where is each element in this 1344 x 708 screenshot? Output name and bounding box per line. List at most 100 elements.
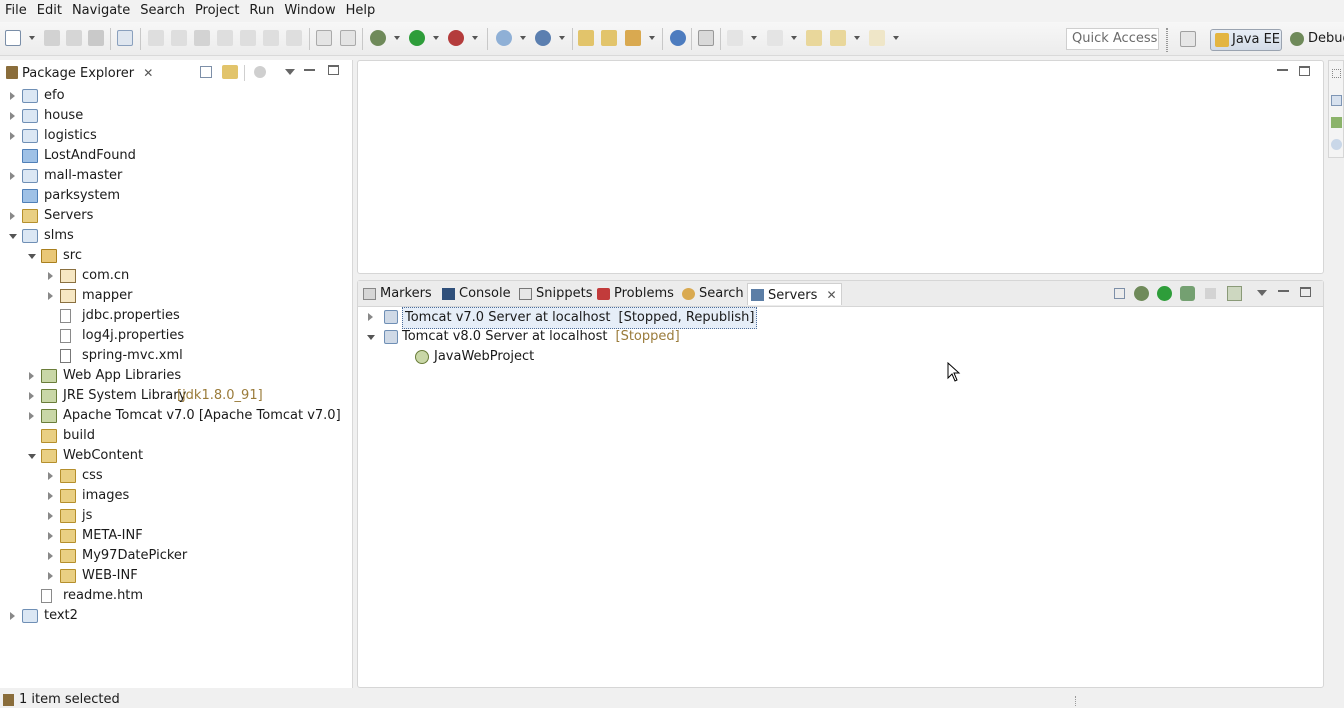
editor-minimize-icon[interactable] xyxy=(1277,69,1288,71)
start-server-icon[interactable] xyxy=(1157,286,1172,301)
trim-restore-icon[interactable] xyxy=(1332,69,1341,78)
debug-icon[interactable] xyxy=(370,30,386,46)
external-tool-dropdown-icon[interactable] xyxy=(472,36,478,40)
tree-item[interactable]: text2 xyxy=(0,606,353,626)
tree-item[interactable]: mapper xyxy=(0,286,353,306)
tree-item[interactable]: WEB-INF xyxy=(0,566,353,586)
server-row[interactable]: Tomcat v8.0 Server at localhost [Stopped] xyxy=(366,327,966,347)
tree-item[interactable]: spring-mvc.xml xyxy=(0,346,353,366)
servers-minimize-icon[interactable] xyxy=(1278,290,1289,292)
collapsed-arrow-icon[interactable] xyxy=(46,526,56,546)
debug-dropdown-icon[interactable] xyxy=(394,36,400,40)
step-into-icon[interactable] xyxy=(240,30,256,46)
back-dropdown-icon[interactable] xyxy=(854,36,860,40)
suspend-icon[interactable] xyxy=(171,30,187,46)
expanded-arrow-icon[interactable] xyxy=(27,246,37,266)
tree-item[interactable]: logistics xyxy=(0,126,353,146)
previous-annotation-icon[interactable] xyxy=(767,30,783,46)
collapsed-arrow-icon[interactable] xyxy=(8,166,18,186)
print-icon[interactable] xyxy=(88,30,104,46)
maximize-icon[interactable] xyxy=(328,65,339,75)
tree-item[interactable]: com.cn xyxy=(0,266,353,286)
previous-annotation-dropdown-icon[interactable] xyxy=(791,36,797,40)
resume-icon[interactable] xyxy=(148,30,164,46)
tab-snippets[interactable]: Snippets xyxy=(516,283,592,305)
menu-edit[interactable]: Edit xyxy=(32,0,67,22)
servers-close-icon[interactable]: ✕ xyxy=(827,284,837,306)
menu-file[interactable]: File xyxy=(0,0,32,22)
collapsed-arrow-icon[interactable] xyxy=(8,86,18,106)
run-external-tool-icon[interactable] xyxy=(448,30,464,46)
menu-search[interactable]: Search xyxy=(135,0,190,22)
tree-item[interactable]: WebContent xyxy=(0,446,353,466)
collapsed-arrow-icon[interactable] xyxy=(8,106,18,126)
tab-console[interactable]: Console xyxy=(439,283,511,305)
link-with-editor-icon[interactable] xyxy=(222,65,238,79)
new-icon[interactable] xyxy=(5,30,21,46)
disconnect-icon[interactable] xyxy=(217,30,233,46)
tree-item[interactable]: jdbc.properties xyxy=(0,306,353,326)
tree-item[interactable]: css xyxy=(0,466,353,486)
minimize-icon[interactable] xyxy=(304,69,315,71)
tree-item[interactable]: slms xyxy=(0,226,353,246)
servers-maximize-icon[interactable] xyxy=(1300,287,1311,297)
expanded-arrow-icon[interactable] xyxy=(27,446,37,466)
tree-item[interactable]: LostAndFound xyxy=(0,146,353,166)
new-dropdown-icon[interactable] xyxy=(29,36,35,40)
drop-to-frame-icon[interactable] xyxy=(340,30,356,46)
perspective-debug[interactable]: Debug xyxy=(1286,29,1344,51)
step-return-icon[interactable] xyxy=(286,30,302,46)
open-resource-icon[interactable] xyxy=(601,30,617,46)
collapsed-arrow-icon[interactable] xyxy=(8,126,18,146)
stop-server-icon[interactable] xyxy=(1205,288,1216,299)
skip-breakpoints-icon[interactable] xyxy=(117,30,133,46)
menu-navigate[interactable]: Navigate xyxy=(67,0,135,22)
tree-item[interactable]: build xyxy=(0,426,353,446)
tree-item[interactable]: js xyxy=(0,506,353,526)
collapsed-arrow-icon[interactable] xyxy=(46,286,56,306)
mylyn-icon[interactable] xyxy=(1331,139,1342,150)
tab-package-explorer[interactable]: Package Explorer ✕ xyxy=(4,63,153,83)
open-type-icon[interactable] xyxy=(578,30,594,46)
next-annotation-dropdown-icon[interactable] xyxy=(751,36,757,40)
quick-access-input[interactable]: Quick Access xyxy=(1066,28,1159,50)
focus-task-icon[interactable] xyxy=(254,66,266,78)
menu-project[interactable]: Project xyxy=(190,0,244,22)
tree-item[interactable]: JRE System Library [jdk1.8.0_91] xyxy=(0,386,353,406)
server-dropdown-icon[interactable] xyxy=(520,36,526,40)
expanded-arrow-icon[interactable] xyxy=(8,226,18,246)
collapsed-arrow-icon[interactable] xyxy=(27,386,37,406)
web-browser-icon[interactable] xyxy=(670,30,686,46)
tree-item[interactable]: images xyxy=(0,486,353,506)
collapsed-arrow-icon[interactable] xyxy=(27,366,37,386)
tree-item[interactable]: readme.htm xyxy=(0,586,353,606)
tree-item[interactable]: src xyxy=(0,246,353,266)
open-perspective-icon[interactable] xyxy=(1180,31,1196,47)
class-dropdown-icon[interactable] xyxy=(559,36,565,40)
collapse-all-servers-icon[interactable] xyxy=(1114,288,1125,299)
expanded-arrow-icon[interactable] xyxy=(366,327,376,347)
menu-run[interactable]: Run xyxy=(244,0,279,22)
collapsed-arrow-icon[interactable] xyxy=(46,486,56,506)
last-edit-location-icon[interactable] xyxy=(806,30,822,46)
publish-icon[interactable] xyxy=(1227,286,1242,301)
new-java-class-icon[interactable] xyxy=(535,30,551,46)
tree-item[interactable]: parksystem xyxy=(0,186,353,206)
collapsed-arrow-icon[interactable] xyxy=(8,606,18,626)
save-icon[interactable] xyxy=(44,30,60,46)
tree-item[interactable]: mall-master xyxy=(0,166,353,186)
profile-server-icon[interactable] xyxy=(1180,286,1195,301)
use-step-filters-icon[interactable] xyxy=(316,30,332,46)
tab-search[interactable]: Search xyxy=(679,283,744,305)
new-server-icon[interactable] xyxy=(496,30,512,46)
run-icon[interactable] xyxy=(409,30,425,46)
save-all-icon[interactable] xyxy=(66,30,82,46)
collapsed-arrow-icon[interactable] xyxy=(366,307,376,327)
servers-view-menu-icon[interactable] xyxy=(1257,290,1267,296)
view-menu-icon[interactable] xyxy=(285,69,295,75)
collapsed-arrow-icon[interactable] xyxy=(8,206,18,226)
forward-icon[interactable] xyxy=(869,30,885,46)
collapsed-arrow-icon[interactable] xyxy=(46,266,56,286)
search-tool-icon[interactable] xyxy=(625,30,641,46)
collapsed-arrow-icon[interactable] xyxy=(46,566,56,586)
